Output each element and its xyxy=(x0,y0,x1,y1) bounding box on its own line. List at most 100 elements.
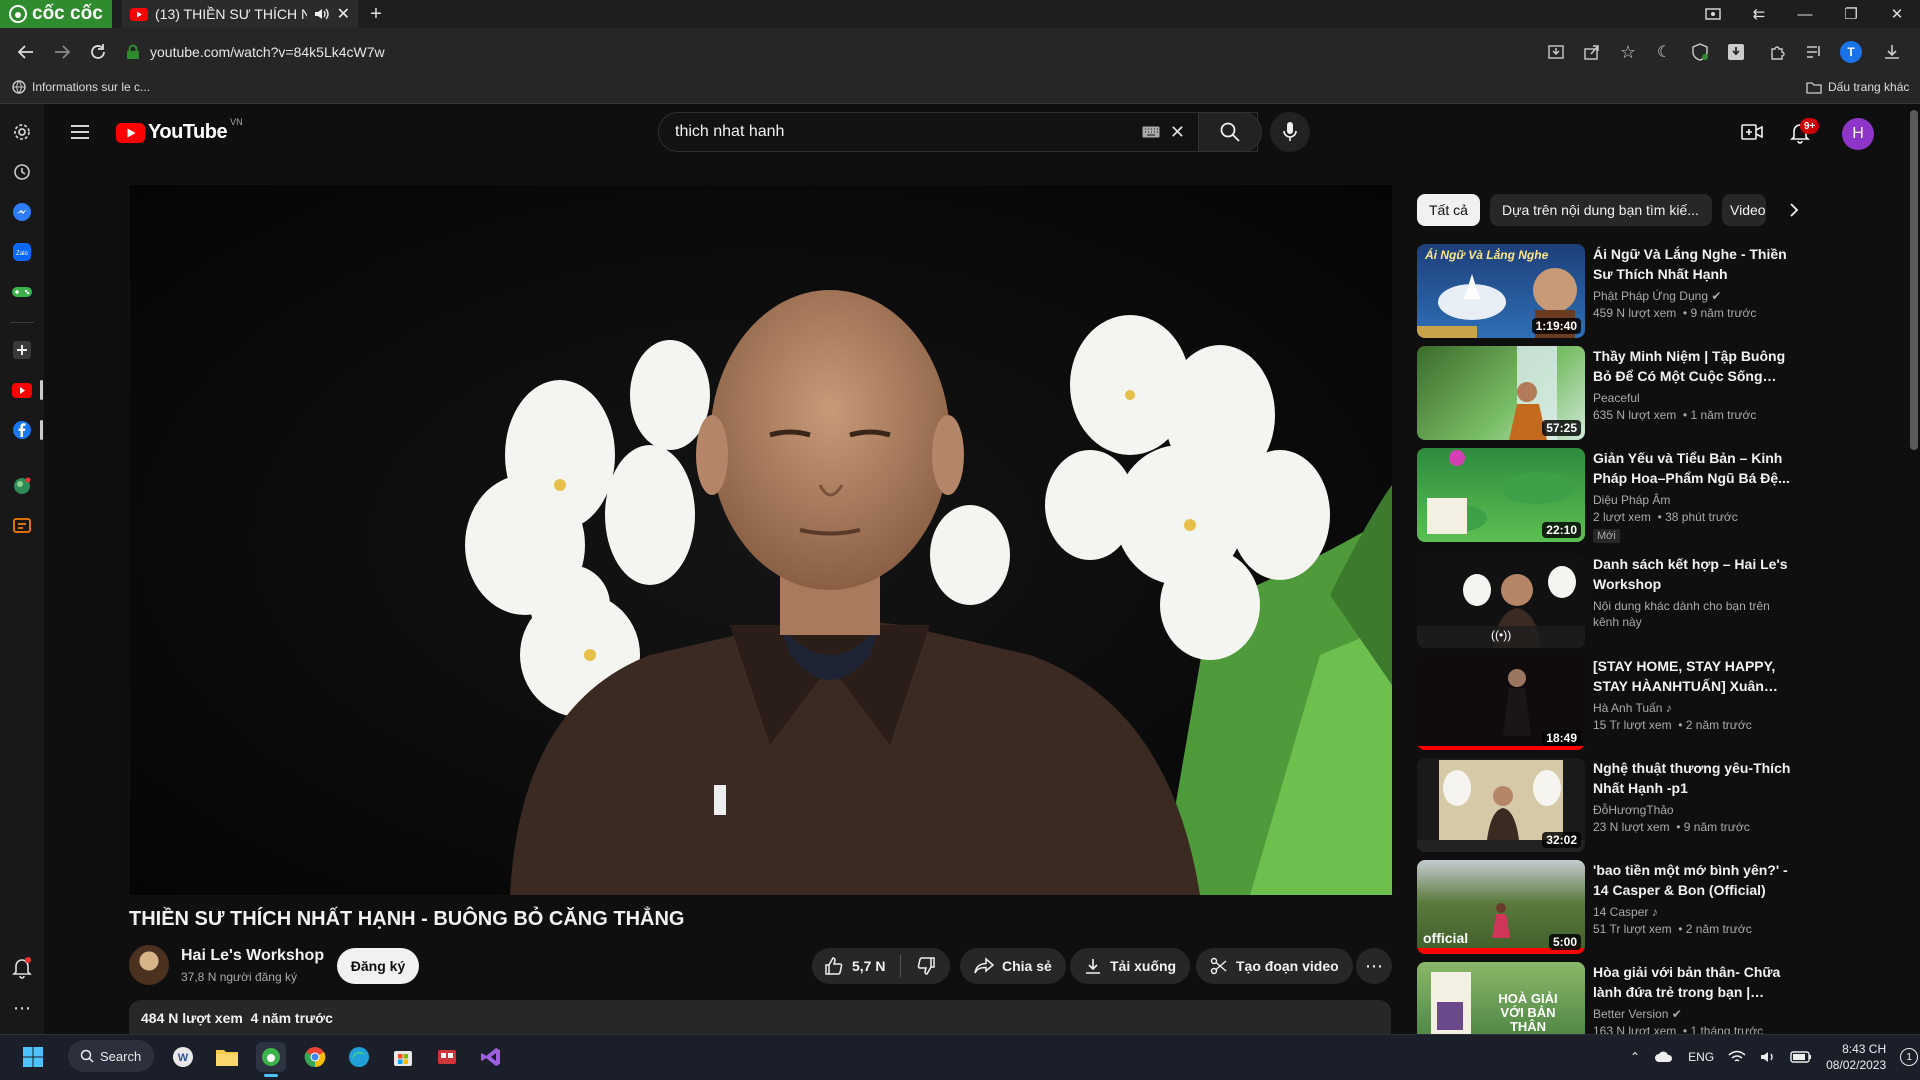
create-video-icon[interactable] xyxy=(1740,120,1764,144)
dark-mode-icon[interactable]: ☾ xyxy=(1652,40,1676,64)
snipping-app-icon[interactable] xyxy=(432,1042,462,1072)
rec-channel[interactable]: Nội dung khác dành cho bạn trên kênh này xyxy=(1593,598,1797,630)
onedrive-cloud-icon[interactable] xyxy=(1654,1051,1674,1063)
other-bookmarks-folder[interactable]: Dấu trang khác xyxy=(1806,80,1909,94)
extensions-puzzle-icon[interactable] xyxy=(1766,40,1790,64)
shield-extension-icon[interactable] xyxy=(1688,40,1712,64)
dock-more-icon[interactable]: ⋯ xyxy=(10,996,34,1020)
forward-button[interactable] xyxy=(48,38,76,66)
new-tab-button[interactable]: + xyxy=(364,2,388,26)
chip-based-on-search[interactable]: Dựa trên nội dung bạn tìm kiế... xyxy=(1490,194,1712,226)
rec-channel[interactable]: Better Version ✔ xyxy=(1593,1006,1797,1022)
rec-title[interactable]: Nghệ thuật thương yêu-Thích Nhất Hạnh -p… xyxy=(1593,758,1797,798)
rec-title[interactable]: Thầy Minh Niệm | Tập Buông Bỏ Để Có Một … xyxy=(1593,346,1797,386)
minimize-button[interactable]: — xyxy=(1782,0,1828,28)
coccoc-brand[interactable]: cốc cốc xyxy=(0,0,112,28)
voice-search-button[interactable] xyxy=(1270,112,1310,152)
coccoc-taskbar-icon[interactable] xyxy=(256,1042,286,1072)
reading-list-icon[interactable] xyxy=(1802,40,1826,64)
settings-gear-icon[interactable] xyxy=(10,120,34,144)
wifi-icon[interactable] xyxy=(1728,1050,1746,1064)
subscribe-button[interactable]: Đăng ký xyxy=(337,948,419,984)
windows-start-icon[interactable] xyxy=(18,1042,48,1072)
recommendation-item[interactable]: Ái Ngữ Và Lắng Nghe 1:19:40 Ái Ngữ Và Lắ… xyxy=(1417,244,1797,340)
scrollbar-thumb[interactable] xyxy=(1910,110,1918,450)
bookmark-star-icon[interactable]: ☆ xyxy=(1616,40,1640,64)
close-tab-icon[interactable]: ✕ xyxy=(337,4,350,24)
rec-channel[interactable]: Peaceful xyxy=(1593,390,1797,406)
like-button[interactable]: 5,7 N xyxy=(812,948,900,984)
rec-title[interactable]: Hòa giải với bản thân- Chữa lành đứa trẻ… xyxy=(1593,962,1797,1002)
taskbar-search[interactable]: Search xyxy=(68,1040,154,1072)
chrome-icon[interactable] xyxy=(300,1042,330,1072)
youtube-logo[interactable]: YouTube VN xyxy=(116,117,243,144)
clear-search-icon[interactable]: ✕ xyxy=(1170,122,1185,143)
search-button[interactable] xyxy=(1198,112,1262,152)
history-icon[interactable] xyxy=(10,160,34,184)
audio-playing-icon[interactable] xyxy=(314,7,330,21)
facebook-dock-icon[interactable] xyxy=(10,418,34,442)
tray-overflow-chevron-icon[interactable]: ⌃ xyxy=(1630,1050,1640,1064)
browser-tab-active[interactable]: (13) THIỀN SƯ THÍCH NH ✕ xyxy=(122,0,358,28)
word-app-icon[interactable]: W xyxy=(168,1042,198,1072)
rec-title[interactable]: Giản Yếu và Tiểu Bản – Kinh Pháp Hoa–Phẩ… xyxy=(1593,448,1797,488)
video-thumbnail[interactable]: 57:25 xyxy=(1417,346,1585,440)
rec-title[interactable]: Danh sách kết hợp – Hai Le's Workshop xyxy=(1593,554,1797,594)
rec-channel[interactable]: Diệu Pháp Âm xyxy=(1593,492,1797,508)
shopping-icon[interactable] xyxy=(10,514,34,538)
recommendation-item[interactable]: 32:02 Nghệ thuật thương yêu-Thích Nhất H… xyxy=(1417,758,1797,854)
recommendation-item[interactable]: ((•)) Danh sách kết hợp – Hai Le's Works… xyxy=(1417,554,1797,650)
hamburger-menu-icon[interactable] xyxy=(68,120,92,144)
video-thumbnail[interactable]: Ái Ngữ Và Lắng Nghe 1:19:40 xyxy=(1417,244,1585,338)
screen-capture-icon[interactable] xyxy=(1690,0,1736,28)
clock[interactable]: 8:43 CH 08/02/2023 xyxy=(1826,1041,1886,1073)
bookmark-item-informations[interactable]: Informations sur le c... xyxy=(12,80,150,94)
mix-thumbnail[interactable]: ((•)) xyxy=(1417,554,1585,648)
earth-game-icon[interactable] xyxy=(10,474,34,498)
recommendation-item[interactable]: official 5:00 'bao tiền một mớ bình yên?… xyxy=(1417,860,1797,956)
secure-lock-icon[interactable] xyxy=(126,44,140,60)
download-button[interactable]: Tải xuống xyxy=(1070,948,1191,984)
close-window-button[interactable]: ✕ xyxy=(1874,0,1920,28)
file-explorer-icon[interactable] xyxy=(212,1042,242,1072)
back-arrow-tabs-icon[interactable]: ⇇ xyxy=(1736,0,1782,28)
gamepad-icon[interactable] xyxy=(10,280,34,304)
downloads-icon[interactable] xyxy=(1880,40,1904,64)
microsoft-store-icon[interactable] xyxy=(388,1042,418,1072)
youtube-dock-icon[interactable] xyxy=(10,378,34,402)
video-thumbnail[interactable]: 18:49 xyxy=(1417,656,1585,750)
search-input[interactable]: thich nhat hanh ✕ xyxy=(658,112,1258,152)
account-avatar[interactable]: H xyxy=(1842,118,1874,150)
rec-title[interactable]: Ái Ngữ Và Lắng Nghe - Thiền Sư Thích Nhấ… xyxy=(1593,244,1797,284)
recommendation-item[interactable]: HOÀ GIẢI VỚI BẢN THÂN Hòa giải với bản t… xyxy=(1417,962,1797,1034)
edge-icon[interactable] xyxy=(344,1042,374,1072)
notification-center-badge[interactable]: 1 xyxy=(1900,1048,1919,1066)
recommendation-item[interactable]: 18:49 [STAY HOME, STAY HAPPY, STAY HÀANH… xyxy=(1417,656,1797,752)
battery-icon[interactable] xyxy=(1790,1051,1812,1063)
chip-video[interactable]: Video xyxy=(1722,194,1766,226)
reload-button[interactable] xyxy=(84,38,112,66)
add-app-icon[interactable] xyxy=(10,338,34,362)
keyboard-icon[interactable] xyxy=(1142,126,1160,138)
chip-all[interactable]: Tất cả xyxy=(1417,194,1480,226)
rec-channel[interactable]: Hà Anh Tuấn ♪ xyxy=(1593,700,1797,716)
restore-button[interactable]: ❐ xyxy=(1828,0,1874,28)
rec-title[interactable]: [STAY HOME, STAY HAPPY, STAY HÀANHTUẤN] … xyxy=(1593,656,1797,696)
more-actions-button[interactable]: ⋯ xyxy=(1356,948,1392,984)
channel-name[interactable]: Hai Le's Workshop xyxy=(181,947,324,965)
back-button[interactable] xyxy=(12,38,40,66)
share-icon[interactable] xyxy=(1580,40,1604,64)
language-indicator[interactable]: ENG xyxy=(1688,1050,1714,1064)
share-button[interactable]: Chia sẻ xyxy=(960,948,1066,984)
chips-next-button[interactable] xyxy=(1780,196,1808,224)
download-extension-icon[interactable] xyxy=(1724,40,1748,64)
download-video-icon[interactable] xyxy=(1544,40,1568,64)
clip-button[interactable]: Tạo đoạn video xyxy=(1196,948,1353,984)
rec-channel[interactable]: ĐỗHươngThảo xyxy=(1593,802,1797,818)
video-thumbnail[interactable]: 22:10 xyxy=(1417,448,1585,542)
video-thumbnail[interactable]: 32:02 xyxy=(1417,758,1585,852)
messenger-icon[interactable] xyxy=(10,200,34,224)
address-bar[interactable]: youtube.com/watch?v=84k5Lk4cW7w xyxy=(126,38,1546,66)
video-thumbnail[interactable]: official 5:00 xyxy=(1417,860,1585,954)
rec-channel[interactable]: 14 Casper ♪ xyxy=(1593,904,1797,920)
